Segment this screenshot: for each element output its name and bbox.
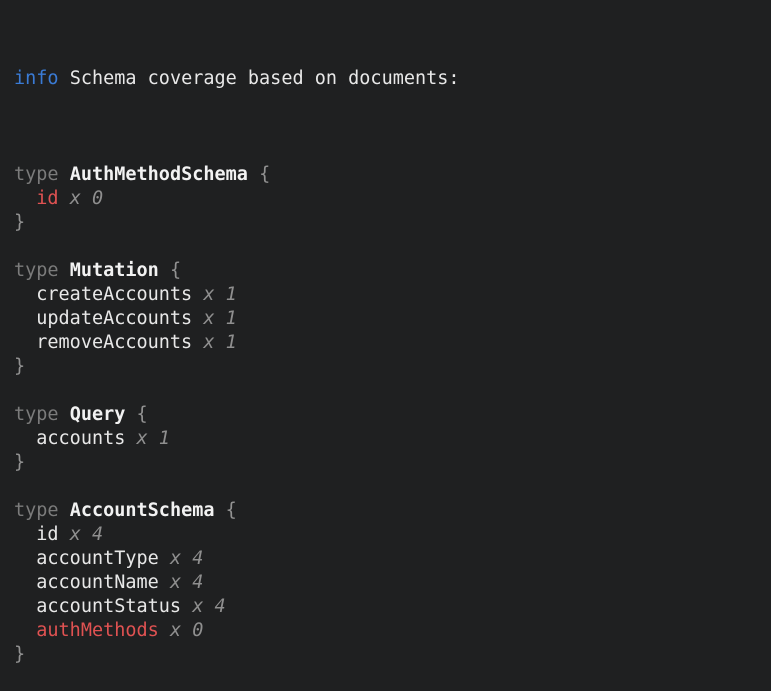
type-block: type AuthMethodSchema {id x 0} [14,163,761,235]
type-header-line: type Query { [14,403,761,427]
close-brace: } [14,212,25,233]
field-row: accountType x 4 [14,547,761,571]
field-usage-count: x 1 [203,308,236,329]
field-row: id x 4 [14,523,761,547]
count-prefix: x [170,620,181,641]
field-usage-count: x 1 [203,284,236,305]
field-row: removeAccounts x 1 [14,331,761,355]
field-name-uncovered: authMethods [36,620,159,641]
field-row: id x 0 [14,187,761,211]
count-prefix: x [203,284,214,305]
close-brace: } [14,452,25,473]
field-name: accountType [36,548,159,569]
field-row: createAccounts x 1 [14,283,761,307]
count-prefix: x [192,596,203,617]
type-close-line: } [14,211,761,235]
type-block: type AccountSchema {id x 4accountType x … [14,499,761,667]
field-name: id [36,524,58,545]
count-value: 4 [92,524,103,545]
field-usage-count: x 1 [203,332,236,353]
coverage-header-line: info Schema coverage based on documents: [14,67,761,91]
field-usage-count: x 0 [170,620,203,641]
coverage-blocks: type AuthMethodSchema {id x 0}type Mutat… [14,163,761,667]
field-usage-count: x 4 [192,596,225,617]
count-value: 4 [192,572,203,593]
open-brace: { [170,260,181,281]
count-prefix: x [170,548,181,569]
field-usage-count: x 1 [137,428,170,449]
close-brace: } [14,644,25,665]
count-prefix: x [203,332,214,353]
field-name: accountName [36,572,159,593]
type-keyword: type [14,164,59,185]
field-row: accountStatus x 4 [14,595,761,619]
type-name: AccountSchema [70,500,215,521]
close-brace: } [14,356,25,377]
type-close-line: } [14,355,761,379]
field-usage-count: x 4 [170,572,203,593]
field-usage-count: x 4 [170,548,203,569]
field-name: accountStatus [36,596,181,617]
type-header-line: type AccountSchema { [14,499,761,523]
coverage-header-message: Schema coverage based on documents: [70,68,460,89]
open-brace: { [259,164,270,185]
count-value: 0 [192,620,203,641]
type-header-line: type AuthMethodSchema { [14,163,761,187]
type-name: AuthMethodSchema [70,164,248,185]
field-usage-count: x 4 [70,524,103,545]
type-keyword: type [14,500,59,521]
type-name: Mutation [70,260,159,281]
type-name: Query [70,404,126,425]
count-prefix: x [70,524,81,545]
count-value: 1 [226,308,237,329]
type-block: type Query {accounts x 1} [14,403,761,475]
field-row: accounts x 1 [14,427,761,451]
count-prefix: x [70,188,81,209]
open-brace: { [226,500,237,521]
count-value: 0 [92,188,103,209]
count-value: 4 [214,596,225,617]
type-keyword: type [14,404,59,425]
field-name: updateAccounts [36,308,192,329]
field-row: updateAccounts x 1 [14,307,761,331]
log-level-info-badge: info [14,68,59,89]
type-close-line: } [14,451,761,475]
count-prefix: x [170,572,181,593]
field-usage-count: x 0 [70,188,103,209]
count-value: 1 [159,428,170,449]
field-name: removeAccounts [36,332,192,353]
field-row: authMethods x 0 [14,619,761,643]
type-keyword: type [14,260,59,281]
field-name: accounts [36,428,125,449]
type-block: type Mutation {createAccounts x 1updateA… [14,259,761,379]
count-value: 4 [192,548,203,569]
type-header-line: type Mutation { [14,259,761,283]
terminal-output[interactable]: info Schema coverage based on documents:… [0,0,771,576]
type-close-line: } [14,643,761,667]
field-row: accountName x 4 [14,571,761,595]
open-brace: { [137,404,148,425]
field-name-uncovered: id [36,188,58,209]
count-value: 1 [226,284,237,305]
count-prefix: x [203,308,214,329]
count-prefix: x [137,428,148,449]
count-value: 1 [226,332,237,353]
field-name: createAccounts [36,284,192,305]
